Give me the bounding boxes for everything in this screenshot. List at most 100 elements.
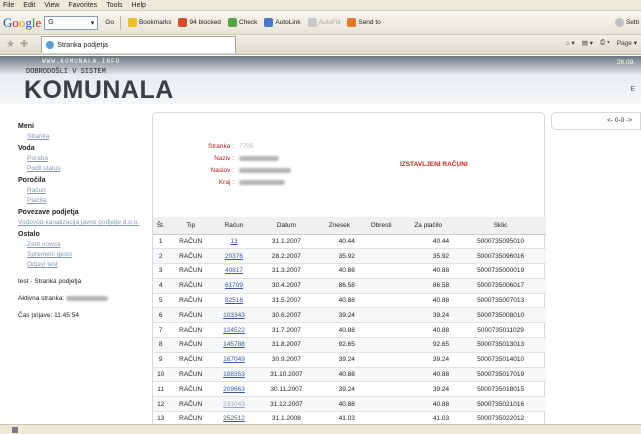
cell-racun[interactable]: 13 [213, 234, 255, 250]
table-row: 11 RAČUN 209663 30.11.2007 39.24 39.24 5000735… [153, 381, 546, 398]
cell-znesek: 35.92 [317, 248, 361, 265]
table-row: 7 RAČUN 124522 31.7.2007 40.88 40.88 500073501… [153, 322, 546, 339]
scroll-left-arrow[interactable] [12, 427, 18, 433]
cell-racun[interactable]: 61709 [213, 278, 255, 294]
google-search-input[interactable]: G ▾ [44, 15, 99, 30]
cell-racun[interactable]: 82516 [213, 293, 255, 309]
favorites-star-icon[interactable]: ★ [6, 39, 15, 50]
cell-tip: RAČUN [168, 234, 214, 250]
cell-racun[interactable]: 188353 [213, 367, 255, 383]
cell-st: 10 [153, 367, 169, 383]
cell-racun[interactable]: 124522 [213, 322, 255, 339]
spellcheck-button[interactable]: Check [227, 18, 257, 27]
table-row: 3 RAČUN 40817 31.3.2007 40.88 40.88 5000735000… [153, 263, 546, 279]
cell-datum: 31.8.2007 [254, 337, 318, 353]
sidebar-item-odjavi[interactable]: Odjavi test [27, 261, 149, 268]
cell-tip: RAČUN [168, 381, 214, 398]
cell-datum: 30.11.2007 [254, 381, 318, 398]
cell-racun[interactable]: 167049 [213, 352, 255, 368]
menu-help[interactable]: Help [132, 2, 146, 9]
cell-racun[interactable]: 103343 [213, 307, 255, 324]
sendto-button[interactable]: Send to [347, 18, 381, 27]
value-stranka: 7705 [239, 143, 254, 150]
cell-znesek: 40.88 [317, 322, 361, 339]
col-sklic: Sklic [455, 217, 546, 235]
cell-datum: 31.3.2007 [254, 263, 318, 279]
cell-za-placilo: 40.88 [401, 367, 456, 383]
autolink-icon [264, 18, 274, 27]
cell-racun[interactable]: 231043 [213, 396, 255, 413]
sidebar-item-stranka[interactable]: Stranka [27, 133, 149, 140]
cell-racun[interactable]: 40817 [213, 263, 255, 279]
cell-znesek: 92.65 [317, 337, 361, 353]
tab-bar: ★ ✚ Stranka podjetja ⌂ ▾ ▤ ▾ ⎙ ▾ Page ▾ [0, 35, 641, 55]
sidebar-heading-povezave: Povezave podjetja [18, 209, 79, 216]
col-za-placilo: Za plačilo [401, 217, 456, 235]
cell-obresti [360, 263, 402, 279]
cell-obresti [360, 352, 402, 368]
site-header: WWW.KOMUNALA.INFO 26.09. DOBRODOŠLI V SI… [0, 56, 641, 104]
cell-sklic: 5000735014010 [455, 352, 546, 368]
autofill-button[interactable]: AutoFill [307, 18, 340, 27]
cell-sklic: 5000735018015 [455, 381, 546, 398]
col-znesek: Znesek [317, 217, 361, 235]
cell-za-placilo: 40.88 [401, 293, 456, 309]
label-naziv: Naziv : [214, 155, 234, 162]
go-button[interactable]: Go [105, 19, 114, 26]
cell-racun[interactable]: 145788 [213, 337, 255, 353]
sidebar-item-poraba[interactable]: Poraba [27, 155, 149, 162]
menu-tools[interactable]: Tools [106, 2, 122, 9]
cell-datum: 31.7.2007 [254, 322, 318, 339]
cell-datum: 31.12.2007 [254, 396, 318, 413]
sidebar-item-vodovod[interactable]: Vodovod-kanalizacija javno podjetje d.o.… [18, 219, 149, 226]
autolink-button[interactable]: AutoLink [264, 18, 301, 27]
print-icon[interactable]: ⎙ ▾ [600, 39, 610, 47]
table-row: 5 RAČUN 82516 31.5.2007 40.88 40.88 5000735007… [153, 293, 546, 309]
sidebar-item-spremeni-geslo[interactable]: Spremeni geslo [27, 251, 149, 258]
menu-favorites[interactable]: Favorites [68, 2, 97, 9]
sidebar-heading-ostalo: Ostalo [18, 231, 40, 238]
cell-sklic: 5000735008010 [455, 307, 546, 324]
table-row: 1 RAČUN 13 31.1.2007 40.44 40.44 5000735095010 [153, 234, 546, 250]
cell-tip: RAČUN [168, 293, 214, 309]
cell-datum: 31.5.2007 [254, 293, 318, 309]
sidebar-item-placila[interactable]: Plačila [27, 197, 149, 204]
sidebar-heading-voda: Voda [18, 145, 35, 152]
sidebar-item-racun[interactable]: Račun [27, 187, 149, 194]
cell-st: 12 [153, 396, 169, 413]
add-favorite-icon[interactable]: ✚ [20, 39, 28, 50]
google-logo: Google [3, 14, 42, 30]
cell-datum: 30.4.2007 [254, 278, 318, 294]
blocked-icon [178, 18, 188, 27]
tab-stranka-podjetja[interactable]: Stranka podjetja [41, 36, 237, 53]
page-menu[interactable]: Page ▾ [617, 39, 637, 47]
label-naslov: Naslov : [210, 167, 234, 174]
menu-file[interactable]: File [3, 2, 14, 9]
cell-znesek: 86.58 [317, 278, 361, 294]
horizontal-scrollbar[interactable] [0, 424, 641, 434]
pagination[interactable]: <- 0-0 -> [551, 112, 641, 130]
col-racun: Račun [213, 217, 255, 235]
menu-edit[interactable]: Edit [23, 2, 35, 9]
cell-datum: 30.9.2007 [254, 352, 318, 368]
cell-st: 3 [153, 263, 169, 279]
cell-znesek: 40.88 [317, 263, 361, 279]
feeds-icon[interactable]: ▤ ▾ [582, 39, 593, 47]
popup-blocker-button[interactable]: 94 blocked [178, 18, 221, 27]
page-favicon [46, 41, 55, 49]
sidebar-item-zent-novica[interactable]: Zent novica [27, 241, 149, 248]
google-toolbar: Google G ▾ Go Bookmarks 94 blocked Check … [0, 11, 641, 35]
col-tip: Tip [168, 217, 214, 235]
sidebar-item-podli-status[interactable]: Podli status [27, 165, 149, 172]
settings-button[interactable]: Setti [614, 18, 639, 27]
menu-view[interactable]: View [44, 2, 59, 9]
cell-tip: RAČUN [168, 396, 214, 413]
cell-za-placilo: 40.88 [401, 263, 456, 279]
home-icon[interactable]: ⌂ ▾ [566, 39, 575, 47]
bookmarks-button[interactable]: Bookmarks [127, 18, 171, 27]
cell-znesek: 39.24 [317, 352, 361, 368]
cell-sklic: 5000735021016 [455, 396, 546, 413]
redacted-naslov [239, 168, 291, 173]
cell-racun[interactable]: 20376 [213, 248, 255, 265]
cell-racun[interactable]: 209663 [213, 381, 255, 398]
